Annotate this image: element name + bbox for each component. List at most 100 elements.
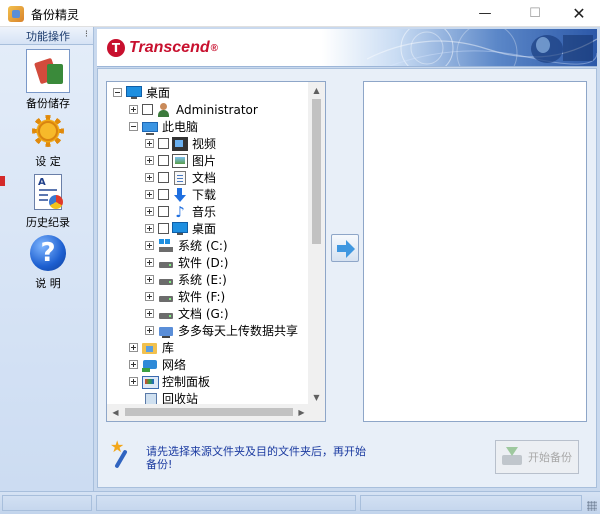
scrollbar-thumb[interactable] — [125, 408, 293, 416]
brand-name: Transcend — [129, 39, 210, 56]
tree-checkbox[interactable] — [158, 223, 169, 234]
help-icon: ? — [28, 233, 68, 273]
sidebar-item-label: 备份储存 — [26, 97, 70, 110]
network-drive-icon — [158, 324, 174, 338]
drive-icon — [158, 290, 174, 304]
sidebar-grip-icon[interactable]: ⁝ — [85, 29, 89, 40]
expand-icon[interactable] — [145, 207, 154, 216]
main-content: 桌面 Administrator 此电脑 视频 图片 文档 下载 ♪ 音乐 桌面… — [97, 68, 597, 488]
tree-checkbox[interactable] — [158, 189, 169, 200]
desktop-icon — [126, 86, 142, 99]
document-folder-icon — [174, 170, 186, 185]
tree-item-pictures[interactable]: 图片 — [145, 152, 216, 169]
add-to-destination-button[interactable] — [331, 234, 359, 262]
video-folder-icon — [172, 136, 188, 151]
expand-icon[interactable] — [129, 105, 138, 114]
expand-icon[interactable] — [145, 292, 154, 301]
expand-icon[interactable] — [129, 343, 138, 352]
drive-icon — [158, 256, 174, 270]
expand-icon[interactable] — [145, 173, 154, 182]
minimize-button[interactable]: — — [462, 0, 508, 27]
download-icon — [172, 187, 188, 202]
banner-artwork — [367, 29, 597, 66]
transcend-logo: T Transcend ® — [107, 39, 218, 57]
tree-item-this-pc[interactable]: 此电脑 — [129, 118, 198, 135]
expand-icon[interactable] — [145, 309, 154, 318]
expand-icon[interactable] — [145, 190, 154, 199]
source-folder-tree[interactable]: 桌面 Administrator 此电脑 视频 图片 文档 下载 ♪ 音乐 桌面… — [106, 81, 326, 422]
sidebar-item-help[interactable]: ? 说 明 — [6, 233, 90, 291]
tree-item-label: 多多每天上传数据共享 — [178, 324, 299, 338]
tree-item-drive-e[interactable]: 系统 (E:) — [145, 271, 227, 288]
scroll-up-icon[interactable]: ▲ — [308, 82, 325, 99]
sidebar: 功能操作 ⁝ 备份储存 设 定 A 历史纪录 ? 说 明 — [0, 27, 94, 491]
expand-icon[interactable] — [145, 241, 154, 250]
tree-checkbox[interactable] — [142, 104, 153, 115]
close-button[interactable]: ✕ — [556, 0, 600, 27]
tree-item-drive-d[interactable]: 软件 (D:) — [145, 254, 228, 271]
tree-item-libraries[interactable]: 库 — [129, 339, 174, 356]
edge-artifact — [0, 176, 5, 186]
tree-item-desktop[interactable]: 桌面 — [145, 220, 216, 237]
tree-item-label: 软件 (D:) — [178, 256, 229, 270]
expand-icon[interactable] — [145, 139, 154, 148]
tree-item-videos[interactable]: 视频 — [145, 135, 216, 152]
tree-checkbox[interactable] — [158, 138, 169, 149]
start-backup-label: 开始备份 — [528, 451, 572, 464]
tree-item-label: 图片 — [192, 154, 217, 168]
tree-item-desktop-root[interactable]: 桌面 — [113, 84, 170, 101]
tree-item-network-share[interactable]: 多多每天上传数据共享 — [145, 322, 298, 339]
sidebar-item-label: 说 明 — [35, 277, 61, 290]
sidebar-item-settings[interactable]: 设 定 — [6, 111, 90, 169]
gear-icon — [28, 111, 68, 151]
maximize-button[interactable]: ☐ — [512, 0, 558, 27]
expand-icon[interactable] — [145, 275, 154, 284]
tree-checkbox[interactable] — [158, 206, 169, 217]
backup-icon — [26, 49, 70, 93]
expand-icon[interactable] — [129, 377, 138, 386]
tree-item-drive-c[interactable]: 系统 (C:) — [145, 237, 228, 254]
tree-item-network[interactable]: 网络 — [129, 356, 186, 373]
tree-item-music[interactable]: ♪ 音乐 — [145, 203, 216, 220]
resize-grip-icon[interactable] — [587, 501, 597, 511]
window-title: 备份精灵 — [31, 8, 80, 22]
tree-item-administrator[interactable]: Administrator — [129, 101, 258, 118]
tree-vertical-scrollbar[interactable]: ▲ ▼ — [308, 82, 325, 406]
tree-item-label: 网络 — [162, 358, 187, 372]
expand-icon[interactable] — [145, 224, 154, 233]
expand-icon[interactable] — [145, 326, 154, 335]
tree-item-label: 文档 — [192, 171, 217, 185]
tree-checkbox[interactable] — [158, 155, 169, 166]
destination-folder-list[interactable] — [363, 81, 587, 422]
tree-checkbox[interactable] — [158, 172, 169, 183]
drive-icon — [158, 273, 174, 287]
brand-banner: T Transcend ® — [97, 29, 597, 67]
tree-item-downloads[interactable]: 下载 — [145, 186, 216, 203]
history-icon: A — [28, 172, 68, 212]
tree-item-documents[interactable]: 文档 — [145, 169, 216, 186]
tree-item-drive-g[interactable]: 文档 (G:) — [145, 305, 229, 322]
tree-item-control-panel[interactable]: 控制面板 — [129, 373, 210, 390]
status-cell — [2, 495, 92, 511]
user-icon — [156, 102, 172, 117]
hint-message: 请先选择来源文件夹及目的文件夹后，再开始备份! — [146, 445, 366, 471]
expand-icon[interactable] — [145, 156, 154, 165]
collapse-icon[interactable] — [113, 88, 122, 97]
tree-item-label: 控制面板 — [162, 375, 211, 389]
scrollbar-thumb[interactable] — [312, 99, 321, 244]
collapse-icon[interactable] — [129, 122, 138, 131]
tree-horizontal-scrollbar[interactable]: ◀ ▶ — [107, 404, 325, 421]
expand-icon[interactable] — [129, 360, 138, 369]
expand-icon[interactable] — [145, 258, 154, 267]
computer-icon — [142, 121, 158, 135]
tree-item-drive-f[interactable]: 软件 (F:) — [145, 288, 225, 305]
tree-item-label: 音乐 — [192, 205, 217, 219]
status-bar — [0, 491, 600, 514]
tree-item-label: 此电脑 — [162, 120, 199, 134]
scroll-left-icon[interactable]: ◀ — [107, 404, 124, 421]
sidebar-item-history[interactable]: A 历史纪录 — [6, 172, 90, 230]
tree-item-label: 系统 (E:) — [178, 273, 227, 287]
start-backup-button[interactable]: 开始备份 — [495, 440, 579, 474]
music-note-icon: ♪ — [175, 202, 185, 221]
sidebar-item-backup[interactable]: 备份储存 — [6, 49, 90, 111]
